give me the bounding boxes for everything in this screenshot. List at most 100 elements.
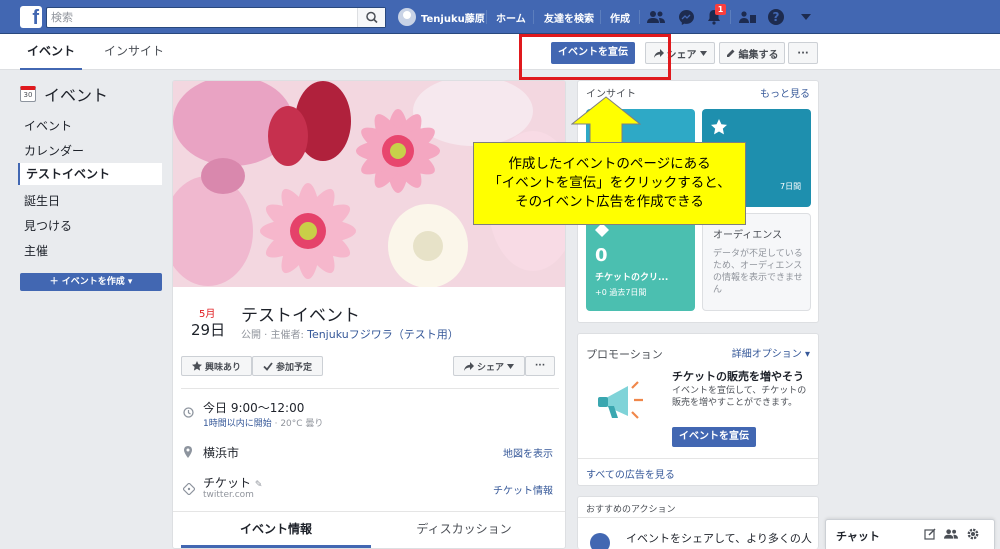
check-icon bbox=[263, 361, 273, 371]
tab-event-info[interactable]: イベント情報 bbox=[181, 512, 371, 548]
nav-divider bbox=[730, 10, 731, 24]
recommended-actions-card: おすすめのアクション イベントをシェアして、より多くの人に bbox=[577, 496, 819, 549]
event-time: 今日 9:00～12:00 bbox=[203, 401, 305, 415]
nav-divider bbox=[600, 10, 601, 24]
friend-requests-icon[interactable] bbox=[646, 7, 666, 27]
search-button[interactable] bbox=[357, 8, 385, 27]
sidebar-title[interactable]: 30 イベント bbox=[20, 82, 108, 106]
event-tabs: イベント情報 ディスカッション bbox=[173, 511, 565, 548]
divider bbox=[578, 458, 818, 459]
tile-period-text: 7日間 bbox=[780, 182, 802, 191]
account-menu-chevron-down-icon[interactable] bbox=[796, 7, 816, 27]
facebook-logo-icon[interactable]: f bbox=[20, 6, 42, 29]
notifications-icon[interactable]: 1 bbox=[704, 4, 726, 27]
going-button[interactable]: 参加予定 bbox=[252, 356, 323, 376]
event-date-month: 5月 bbox=[199, 309, 216, 320]
group-chat-icon[interactable] bbox=[944, 528, 958, 540]
create-event-button[interactable]: ＋ イベントを作成 ▾ bbox=[20, 273, 162, 291]
location-pin-icon bbox=[183, 446, 193, 461]
annotation-callout: 作成したイベントのページにある 「イベントを宣伝」をクリックすると、 そのイベン… bbox=[473, 142, 746, 225]
ticket-source: twitter.com bbox=[203, 490, 254, 500]
promotion-heading: プロモーション bbox=[586, 348, 663, 361]
sidebar-item-events[interactable]: イベント bbox=[24, 117, 72, 134]
sidebar-item-hosting[interactable]: 主催 bbox=[24, 242, 48, 259]
detailed-options-link[interactable]: 詳細オプション ▾ bbox=[732, 345, 810, 360]
new-message-icon[interactable] bbox=[924, 528, 936, 540]
search-box bbox=[46, 7, 386, 28]
help-icon[interactable]: ? bbox=[766, 7, 786, 27]
share-arrow-icon bbox=[463, 361, 474, 371]
edit-button[interactable]: 編集する bbox=[719, 42, 785, 64]
interested-button[interactable]: 興味あり bbox=[181, 356, 252, 376]
nav-find-friends-link[interactable]: 友達を検索 bbox=[544, 10, 594, 25]
avatar bbox=[398, 8, 416, 26]
chat-bar[interactable]: チャット bbox=[825, 519, 995, 549]
promote-button-highlight-box bbox=[519, 34, 671, 80]
nav-user-name: Tenjuku藤原 bbox=[421, 13, 485, 25]
insight-tile-audience: オーディエンス データが不足しているため、オーディエンスの情報を表示できません bbox=[702, 213, 811, 311]
calendar-icon: 30 bbox=[20, 86, 36, 102]
recommended-action-text[interactable]: イベントをシェアして、より多くの人に bbox=[626, 530, 818, 549]
event-host-link[interactable]: Tenjukuフジワラ（テスト用） bbox=[307, 328, 459, 341]
star-icon bbox=[191, 361, 202, 371]
svg-text:?: ? bbox=[773, 10, 780, 24]
event-date-day: 29日 bbox=[191, 321, 226, 339]
callout-line-1: 作成したイベントのページにある bbox=[508, 156, 711, 172]
audience-title: オーディエンス bbox=[713, 230, 783, 241]
quick-help-people-icon[interactable] bbox=[738, 7, 758, 27]
edit-ticket-pencil-icon[interactable]: ✎ bbox=[255, 480, 263, 490]
see-all-ads-link[interactable]: すべての広告を見る bbox=[586, 466, 675, 481]
promotion-card: プロモーション 詳細オプション ▾ チケットの販売を増やそう イベントを宣伝して… bbox=[577, 333, 819, 486]
event-title: テストイベント bbox=[241, 306, 360, 326]
tab-discussion[interactable]: ディスカッション bbox=[369, 512, 559, 548]
share-button-label: シェア bbox=[666, 49, 697, 61]
sidebar-item-birthdays[interactable]: 誕生日 bbox=[24, 192, 60, 209]
divider bbox=[181, 388, 559, 389]
starts-soon-text: 1時間以内に開始 bbox=[203, 419, 272, 429]
promotion-description: イベントを宣伝して、チケットの販売を増やすことができます。 bbox=[672, 386, 807, 408]
nav-divider bbox=[639, 10, 640, 24]
share-action-icon bbox=[590, 533, 610, 549]
event-ticket: チケット ✎ bbox=[203, 474, 262, 491]
promotion-title: チケットの販売を増やそう bbox=[672, 370, 804, 383]
nav-home-link[interactable]: ホーム bbox=[496, 10, 526, 25]
insight-tile-ticket-clicks[interactable]: 0 チケットのクリ... +0 過去7日間 bbox=[586, 213, 695, 311]
more-options-button-card[interactable]: ··· bbox=[525, 356, 555, 376]
ticket-clicks-value: 0 bbox=[595, 245, 608, 266]
nav-profile-link[interactable]: Tenjuku藤原 bbox=[398, 8, 485, 26]
share-card-label: シェア bbox=[476, 362, 504, 373]
edit-button-label: 編集する bbox=[738, 49, 779, 61]
ticket-icon bbox=[182, 482, 196, 498]
show-map-link[interactable]: 地図を表示 bbox=[503, 445, 553, 460]
ticket-label: チケット bbox=[203, 476, 252, 490]
see-more-link[interactable]: もっと見る bbox=[760, 85, 810, 100]
recommended-actions-heading: おすすめのアクション bbox=[586, 505, 676, 515]
nav-divider bbox=[486, 10, 487, 24]
search-input[interactable] bbox=[47, 8, 359, 27]
more-options-button-top[interactable]: ··· bbox=[788, 42, 818, 64]
sidebar-item-calendar[interactable]: カレンダー bbox=[24, 142, 84, 159]
ticket-info-link[interactable]: チケット情報 bbox=[493, 482, 553, 497]
sidebar-item-test-event[interactable]: テストイベント bbox=[18, 163, 162, 185]
ticket-clicks-sub: +0 過去7日間 bbox=[595, 288, 647, 297]
event-sub-header: イベント インサイト bbox=[0, 34, 1000, 70]
sidebar-item-discover[interactable]: 見つける bbox=[24, 217, 72, 234]
weather-text: · 20°C 曇り bbox=[271, 419, 324, 429]
going-label: 参加予定 bbox=[275, 362, 312, 373]
megaphone-icon bbox=[598, 381, 643, 419]
clock-icon bbox=[183, 407, 194, 421]
event-time-sub: 1時間以内に開始 · 20°C 曇り bbox=[203, 416, 323, 429]
promote-event-button-card[interactable]: イベントを宣伝 bbox=[672, 427, 756, 447]
ticket-clicks-label: チケットのクリ... bbox=[595, 273, 669, 283]
tab-insight[interactable]: インサイト bbox=[104, 34, 164, 70]
nav-create-link[interactable]: 作成 bbox=[610, 10, 630, 25]
share-button-card[interactable]: シェア bbox=[453, 356, 525, 376]
event-meta: 公開 · 主催者: Tenjukuフジワラ（テスト用） bbox=[241, 326, 459, 342]
messenger-icon[interactable] bbox=[676, 7, 696, 27]
divider bbox=[578, 517, 818, 518]
chevron-down-icon bbox=[507, 363, 514, 369]
sidebar-title-label: イベント bbox=[44, 86, 109, 105]
gear-icon[interactable] bbox=[966, 527, 980, 541]
tab-events[interactable]: イベント bbox=[20, 34, 82, 70]
ticket-icon bbox=[595, 223, 609, 237]
